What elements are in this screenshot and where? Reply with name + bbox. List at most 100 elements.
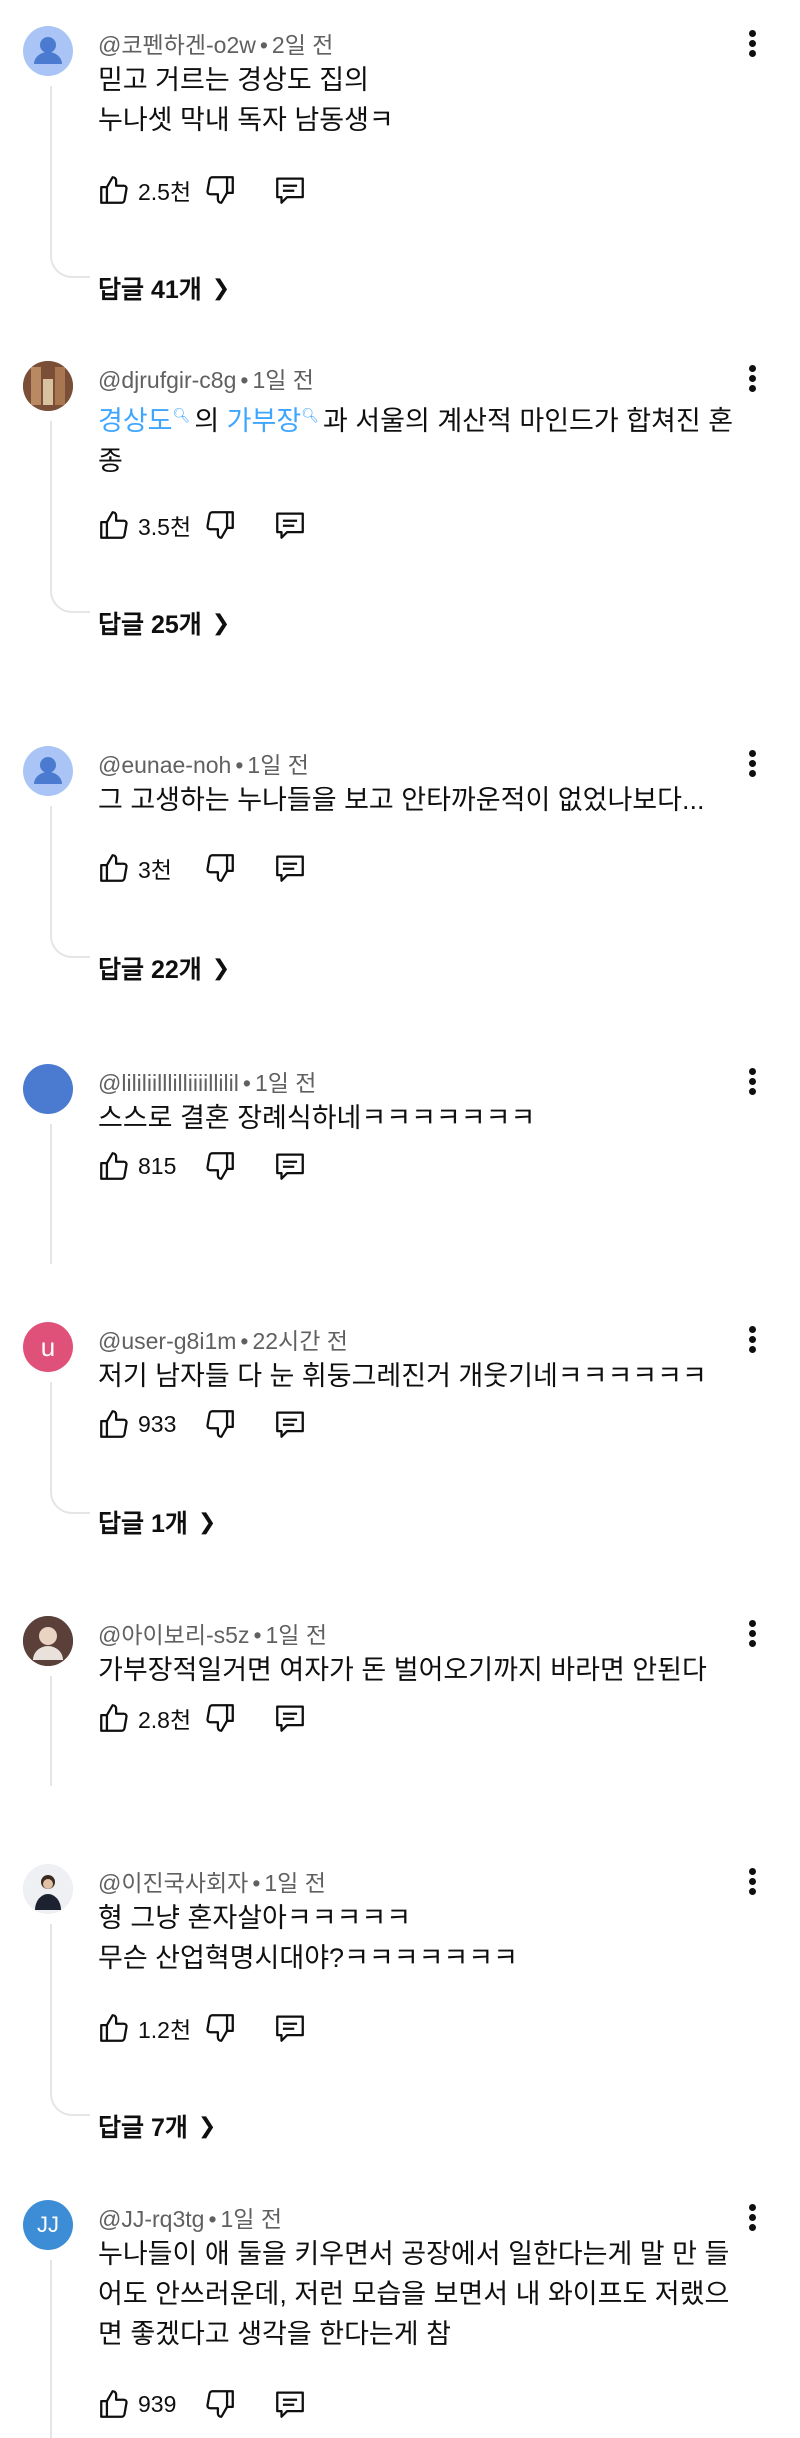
view-replies-button[interactable]: 답글 7개 ❯	[98, 2108, 216, 2144]
comment-text: 저기 남자들 다 눈 휘둥그레진거 개웃기네ㅋㅋㅋㅋㅋㅋ	[98, 1361, 707, 1391]
more-options-icon[interactable]	[740, 365, 764, 399]
avatar[interactable]	[23, 1064, 73, 1114]
chevron-right-icon: ❯	[211, 955, 231, 980]
reply-icon[interactable]	[270, 1698, 310, 1738]
comment-meta: @JJ-rq3tg • 1일 전	[98, 2206, 283, 2232]
comment-text: 누나들이 애 둘을 키우면서 공장에서 일한다는게 말 만 들 어도 안쓰러운데,…	[98, 2239, 730, 2349]
comment-text: 경상도🔍︎ 의 가부장🔍︎ 과 서울의 계산적 마인드가 합쳐진 혼 종	[98, 406, 734, 476]
reply-icon[interactable]	[270, 1146, 310, 1186]
like-icon[interactable]	[94, 505, 134, 545]
like-icon[interactable]	[94, 1698, 134, 1738]
avatar[interactable]	[23, 361, 73, 411]
dislike-icon[interactable]	[200, 170, 240, 210]
avatar[interactable]	[23, 746, 73, 796]
dislike-icon[interactable]	[200, 1698, 240, 1738]
view-replies-button[interactable]: 답글 22개 ❯	[98, 950, 230, 986]
default-avatar-icon	[34, 37, 62, 64]
dislike-icon[interactable]	[200, 848, 240, 888]
author-handle[interactable]: @djrufgir-c8g	[98, 367, 236, 393]
comment-meta: @아이보리-s5z • 1일 전	[98, 1622, 328, 1648]
dislike-icon[interactable]	[200, 2384, 240, 2424]
comment-meta: @lililiilllilliiiillilil • 1일 전	[98, 1070, 317, 1096]
author-handle[interactable]: @eunae-noh	[98, 752, 231, 778]
comment-time: 2일 전	[271, 32, 334, 58]
author-handle[interactable]: @JJ-rq3tg	[98, 2206, 204, 2232]
comment-meta: @djrufgir-c8g • 1일 전	[98, 367, 314, 393]
comment-text: 스스로 결혼 장례식하네ㅋㅋㅋㅋㅋㅋㅋ	[98, 1103, 536, 1133]
comment-text: 형 그냥 혼자살아ㅋㅋㅋㅋㅋ 무슨 산업혁명시대야?ㅋㅋㅋㅋㅋㅋㅋ	[98, 1903, 518, 1973]
reply-icon[interactable]	[270, 170, 310, 210]
dislike-icon[interactable]	[200, 1146, 240, 1186]
like-count: 2.8천	[138, 1707, 192, 1733]
like-count: 3천	[138, 857, 172, 883]
reply-icon[interactable]	[270, 505, 310, 545]
avatar-letter: u	[40, 1331, 56, 1362]
more-options-icon[interactable]	[740, 1620, 764, 1654]
like-icon[interactable]	[94, 170, 134, 210]
more-options-icon[interactable]	[740, 30, 764, 64]
author-handle[interactable]: @아이보리-s5z	[98, 1622, 249, 1648]
like-icon[interactable]	[94, 848, 134, 888]
like-icon[interactable]	[94, 1146, 134, 1186]
comment-meta: @user-g8i1m • 22시간 전	[98, 1328, 348, 1354]
like-icon[interactable]	[94, 2008, 134, 2048]
like-count: 815	[138, 1152, 177, 1179]
photo-avatar-icon	[23, 1616, 73, 1666]
dislike-icon[interactable]	[200, 2008, 240, 2048]
like-count: 1.2천	[138, 2017, 192, 2043]
comment-time: 1일 전	[264, 1870, 326, 1896]
chevron-right-icon: ❯	[197, 2113, 217, 2138]
more-options-icon[interactable]	[740, 1326, 764, 1360]
like-count: 933	[138, 1410, 177, 1437]
comment-text: 그 고생하는 누나들을 보고 안타까운적이 없었나보다...	[98, 785, 705, 815]
more-options-icon[interactable]	[740, 1068, 764, 1102]
search-icon: 🔍︎	[301, 407, 319, 423]
like-icon[interactable]	[94, 2384, 134, 2424]
chevron-right-icon: ❯	[211, 610, 231, 635]
reply-icon[interactable]	[270, 848, 310, 888]
search-link-gabujang[interactable]: 가부장	[227, 406, 302, 436]
comment-time: 1일 전	[220, 2206, 283, 2232]
default-avatar-icon	[34, 757, 62, 784]
chevron-right-icon: ❯	[197, 1509, 217, 1534]
comment-time: 1일 전	[252, 367, 314, 393]
like-count: 3.5천	[138, 514, 192, 540]
reply-icon[interactable]	[270, 1404, 310, 1444]
dislike-icon[interactable]	[200, 1404, 240, 1444]
comment-text: 믿고 거르는 경상도 집의 누나셋 막내 독자 남동생ㅋ	[98, 65, 394, 135]
view-replies-button[interactable]: 답글 25개 ❯	[98, 605, 230, 641]
comment-time: 1일 전	[247, 752, 309, 778]
comment-meta: @eunae-noh • 1일 전	[98, 752, 309, 778]
avatar[interactable]: JJ	[23, 2200, 73, 2250]
comment-meta: @이진국사회자 • 1일 전	[98, 1870, 326, 1896]
avatar[interactable]	[23, 26, 73, 76]
view-replies-button[interactable]: 답글 41개 ❯	[98, 270, 230, 306]
comment-time: 22시간 전	[252, 1328, 348, 1354]
like-icon[interactable]	[94, 1404, 134, 1444]
more-options-icon[interactable]	[740, 750, 764, 784]
avatar[interactable]	[23, 1864, 73, 1914]
avatar[interactable]	[23, 1616, 73, 1666]
search-icon: 🔍︎	[172, 407, 191, 423]
like-count: 2.5천	[138, 179, 192, 205]
comment-time: 1일 전	[254, 1070, 317, 1096]
author-handle[interactable]: @코펜하겐-o2w	[98, 32, 256, 58]
more-options-icon[interactable]	[740, 1868, 764, 1902]
avatar-letter: JJ	[37, 2212, 59, 2237]
photo-avatar-icon	[23, 361, 73, 411]
author-handle[interactable]: @user-g8i1m	[98, 1328, 236, 1354]
avatar[interactable]: u	[23, 1322, 73, 1372]
photo-avatar-icon	[23, 1864, 73, 1914]
comment-text: 가부장적일거면 여자가 돈 벌어오기까지 바라면 안된다	[98, 1655, 707, 1685]
dislike-icon[interactable]	[200, 505, 240, 545]
comment-time: 1일 전	[265, 1622, 328, 1648]
more-options-icon[interactable]	[740, 2204, 764, 2238]
reply-icon[interactable]	[270, 2384, 310, 2424]
search-link-gyeongsangdo[interactable]: 경상도	[98, 406, 173, 436]
author-handle[interactable]: @lililiilllilliiiillilil	[98, 1070, 239, 1096]
chevron-right-icon: ❯	[211, 275, 231, 300]
author-handle[interactable]: @이진국사회자	[98, 1870, 248, 1896]
reply-icon[interactable]	[270, 2008, 310, 2048]
like-count: 939	[138, 2390, 177, 2417]
view-replies-button[interactable]: 답글 1개 ❯	[98, 1504, 216, 1540]
